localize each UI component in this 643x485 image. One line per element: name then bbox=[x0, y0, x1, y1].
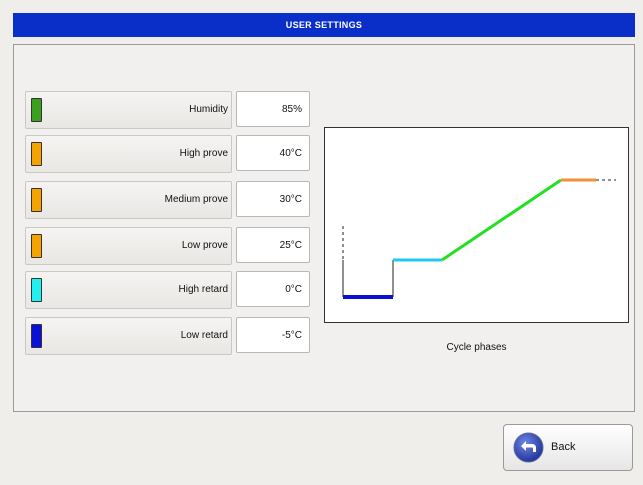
cycle-phases-diagram bbox=[324, 127, 629, 323]
high-prove-value-field[interactable]: 40°C bbox=[236, 135, 310, 171]
setting-label: Low retard bbox=[180, 330, 228, 341]
medium-prove-color-swatch bbox=[31, 188, 42, 212]
setting-label-box[interactable]: Medium prove bbox=[25, 181, 232, 219]
back-button-label: Back bbox=[551, 441, 576, 453]
low-prove-color-swatch bbox=[31, 234, 42, 258]
setting-label: Humidity bbox=[189, 104, 228, 115]
setting-label-box[interactable]: Humidity bbox=[25, 91, 232, 129]
setting-label: Low prove bbox=[181, 240, 228, 251]
setting-label: High retard bbox=[178, 284, 228, 295]
humidity-value-field[interactable]: 85% bbox=[236, 91, 310, 127]
humidity-color-swatch bbox=[31, 98, 42, 122]
low-prove-value-field[interactable]: 25°C bbox=[236, 227, 310, 263]
low-retard-color-swatch bbox=[31, 324, 42, 348]
warmup-ramp-phase bbox=[441, 178, 562, 262]
setting-label-box[interactable]: Low retard bbox=[25, 317, 232, 355]
setting-label-box[interactable]: High retard bbox=[25, 271, 232, 309]
medium-prove-value-field[interactable]: 30°C bbox=[236, 181, 310, 217]
setting-label-box[interactable]: Low prove bbox=[25, 227, 232, 265]
page-title: USER SETTINGS bbox=[13, 13, 635, 37]
cycle-phases-graphic bbox=[342, 178, 616, 299]
back-button[interactable]: Back bbox=[503, 424, 633, 471]
back-arrow-icon bbox=[513, 432, 544, 463]
setting-label: High prove bbox=[179, 148, 228, 159]
high-retard-value-field[interactable]: 0°C bbox=[236, 271, 310, 307]
setting-label: Medium prove bbox=[164, 194, 228, 205]
settings-panel: Humidity 85% High prove 40°C Medium prov… bbox=[13, 44, 635, 412]
setting-label-box[interactable]: High prove bbox=[25, 135, 232, 173]
high-prove-color-swatch bbox=[31, 142, 42, 166]
low-retard-value-field[interactable]: -5°C bbox=[236, 317, 310, 353]
high-retard-color-swatch bbox=[31, 278, 42, 302]
diagram-caption: Cycle phases bbox=[446, 342, 507, 353]
